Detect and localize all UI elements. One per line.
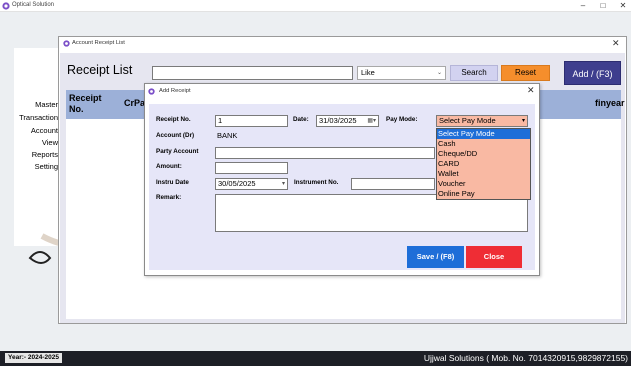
account-dr-label: Account (Dr) bbox=[156, 132, 195, 139]
menu-item-view[interactable]: View bbox=[42, 138, 58, 147]
date-picker[interactable]: 31/03/2025 ▦▾ bbox=[316, 115, 379, 127]
calendar-icon[interactable]: ▾ bbox=[282, 179, 285, 189]
party-account-field[interactable] bbox=[215, 147, 435, 159]
receipt-no-label: Receipt No. bbox=[156, 116, 191, 123]
receipt-list-titlebar bbox=[59, 37, 626, 51]
pay-mode-option[interactable]: Online Pay bbox=[437, 189, 530, 199]
left-menu: Master Transaction Account View Reports … bbox=[14, 48, 59, 246]
receipt-no-field[interactable]: 1 bbox=[215, 115, 288, 127]
dialog-form: Receipt No. 1 Date: 31/03/2025 ▦▾ Pay Mo… bbox=[149, 104, 535, 270]
amount-label: Amount: bbox=[156, 163, 182, 170]
column-header-receipt-no[interactable]: Receipt No. bbox=[69, 93, 109, 115]
minimize-button[interactable]: – bbox=[577, 1, 589, 11]
dialog-close-icon[interactable]: ✕ bbox=[527, 85, 535, 96]
menu-item-setting[interactable]: Setting bbox=[35, 162, 58, 171]
date-value: 31/03/2025 bbox=[319, 116, 357, 125]
receipt-list-window-icon bbox=[63, 40, 70, 47]
add-receipt-dialog: Add Receipt ✕ Receipt No. 1 Date: 31/03/… bbox=[144, 83, 540, 276]
remark-label: Remark: bbox=[156, 194, 182, 201]
pay-mode-option[interactable]: Wallet bbox=[437, 169, 530, 179]
app-titlebar bbox=[0, 0, 631, 12]
date-label: Date: bbox=[293, 116, 309, 123]
pay-mode-option[interactable]: CARD bbox=[437, 159, 530, 169]
menu-item-transaction[interactable]: Transaction bbox=[19, 113, 58, 122]
pay-mode-select[interactable]: Select Pay Mode ▾ bbox=[436, 115, 528, 127]
instru-date-label: Instru Date bbox=[156, 179, 189, 186]
app-logo-icon bbox=[2, 2, 10, 10]
match-mode-select[interactable]: Like ⌄ bbox=[357, 66, 446, 80]
menu-item-account[interactable]: Account bbox=[31, 126, 58, 135]
instru-date-picker[interactable]: 30/05/2025 ▾ bbox=[215, 178, 288, 190]
receipt-list-window-title: Account Receipt List bbox=[72, 40, 125, 46]
pay-mode-selected-value: Select Pay Mode bbox=[439, 116, 496, 125]
instrument-no-field[interactable] bbox=[351, 178, 435, 190]
close-button[interactable]: Close bbox=[466, 246, 522, 268]
amount-field[interactable] bbox=[215, 162, 288, 174]
receipt-list-close-icon[interactable]: ✕ bbox=[612, 38, 620, 49]
menu-item-master[interactable]: Master bbox=[35, 100, 58, 109]
search-button[interactable]: Search bbox=[450, 65, 498, 81]
chevron-down-icon: ⌄ bbox=[436, 70, 442, 76]
reset-button[interactable]: Reset bbox=[501, 65, 550, 81]
pay-mode-option[interactable]: Voucher bbox=[437, 179, 530, 189]
chevron-down-icon: ▾ bbox=[521, 118, 525, 124]
column-header-crpa[interactable]: CrPa bbox=[124, 98, 145, 108]
search-input[interactable] bbox=[152, 66, 353, 80]
app-close-button[interactable]: ✕ bbox=[617, 1, 629, 11]
pay-mode-option[interactable]: Cheque/DD bbox=[437, 149, 530, 159]
financial-year-label: Year:- 2024-2025 bbox=[5, 353, 62, 363]
party-account-label: Party Account bbox=[156, 148, 199, 155]
account-dr-field[interactable]: BANK bbox=[215, 131, 435, 143]
dialog-title: Add Receipt bbox=[159, 88, 191, 94]
menu-item-reports[interactable]: Reports bbox=[32, 150, 58, 159]
pay-mode-option[interactable]: Cash bbox=[437, 139, 530, 149]
save-button[interactable]: Save / (F8) bbox=[407, 246, 464, 268]
page-title: Receipt List bbox=[67, 63, 133, 77]
maximize-button[interactable]: □ bbox=[597, 1, 609, 11]
calendar-icon[interactable]: ▦▾ bbox=[367, 116, 376, 126]
dialog-window-icon bbox=[148, 88, 155, 95]
instru-date-value: 30/05/2025 bbox=[218, 179, 256, 188]
instrument-no-label: Instrument No. bbox=[294, 179, 339, 186]
pay-mode-label: Pay Mode: bbox=[386, 116, 418, 123]
pay-mode-option[interactable]: Select Pay Mode bbox=[437, 129, 530, 139]
pay-mode-dropdown-list: Select Pay Mode Cash Cheque/DD CARD Wall… bbox=[436, 128, 531, 200]
add-receipt-button[interactable]: Add / (F3) bbox=[564, 61, 621, 85]
company-contact-label: Ujjwal Solutions ( Mob. No. 7014320915,9… bbox=[423, 353, 628, 363]
match-mode-value: Like bbox=[361, 68, 375, 77]
app-title: Optical Solution bbox=[12, 2, 55, 8]
column-header-finyear[interactable]: finyear bbox=[595, 98, 625, 108]
